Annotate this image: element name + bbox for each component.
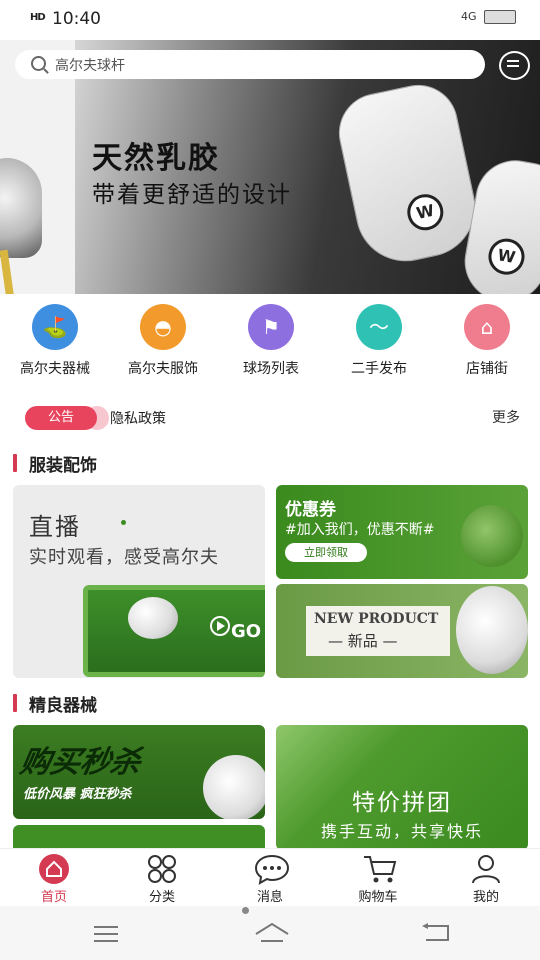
golf-club-icon: ⛳ xyxy=(32,304,78,350)
home-icon xyxy=(38,853,70,885)
flash-sale-card[interactable]: 购买秒杀 低价风暴 疯狂秒杀 xyxy=(13,725,265,819)
home-nav-icon[interactable] xyxy=(254,920,290,944)
golf-ball-image xyxy=(128,597,178,639)
tab-category[interactable]: 分类 xyxy=(108,849,216,905)
category-golf-equipment[interactable]: ⛳ 高尔夫器械 xyxy=(7,304,103,378)
new-product-subtitle: — 新品 — xyxy=(328,632,398,650)
section-title-apparel: 服装配饰 xyxy=(13,451,97,476)
coupon-card[interactable]: 优惠券 #加入我们，优惠不断# 立即领取 xyxy=(276,485,528,579)
category-label: 店铺街 xyxy=(466,361,508,377)
back-icon[interactable] xyxy=(420,922,450,944)
tab-label: 购物车 xyxy=(358,890,398,905)
battery-icon xyxy=(484,10,516,24)
tab-profile[interactable]: 我的 xyxy=(432,849,540,905)
live-dot xyxy=(121,520,126,525)
notice-text[interactable]: 隐私政策 xyxy=(110,408,166,428)
coupon-subtitle: #加入我们，优惠不断# xyxy=(285,522,435,538)
live-title: 直播 xyxy=(29,513,81,541)
golf-driver-image xyxy=(0,158,42,258)
category-second-hand[interactable]: 〜 二手发布 xyxy=(331,304,427,378)
category-golf-apparel[interactable]: ◓ 高尔夫服饰 xyxy=(115,304,211,378)
flash-sale-subtitle: 低价风暴 疯狂秒杀 xyxy=(23,787,132,802)
golf-course-icon: ⚑ xyxy=(248,304,294,350)
live-subtitle: 实时观看，感受高尔夫 xyxy=(29,547,219,568)
golf-ball-image xyxy=(203,755,265,819)
tab-label: 首页 xyxy=(40,890,67,905)
tab-messages[interactable]: 消息 xyxy=(216,849,324,905)
category-label: 二手发布 xyxy=(351,361,407,377)
cart-icon xyxy=(362,853,397,885)
bottom-tab-bar: 首页 分类 消息 购物车 我的 xyxy=(0,848,540,907)
play-icon xyxy=(210,616,230,636)
live-card[interactable]: 直播 实时观看，感受高尔夫 GO xyxy=(13,485,265,678)
page-indicator-dot xyxy=(242,907,249,914)
signal-indicator: HD xyxy=(30,12,46,23)
new-product-card[interactable]: NEW PRODUCT — 新品 — xyxy=(276,584,528,678)
claim-button[interactable]: 立即领取 xyxy=(285,543,367,562)
group-buy-title: 特价拼团 xyxy=(352,790,452,816)
category-course-list[interactable]: ⚑ 球场列表 xyxy=(223,304,319,378)
flash-sale-title: 购买秒杀 xyxy=(17,745,144,780)
search-input[interactable]: 高尔夫球杆 xyxy=(55,55,125,75)
glove-logo: W xyxy=(403,190,447,234)
banner-title: 天然乳胶 xyxy=(92,141,220,176)
message-icon[interactable] xyxy=(499,51,530,80)
tab-label: 消息 xyxy=(256,890,283,905)
more-link[interactable]: 更多 xyxy=(492,407,520,427)
menu-icon[interactable] xyxy=(92,924,120,944)
new-product-title: NEW PRODUCT xyxy=(314,611,439,627)
user-icon xyxy=(470,853,502,885)
exchange-icon: 〜 xyxy=(356,304,402,350)
glove-logo-2: W xyxy=(485,235,528,278)
search-icon xyxy=(31,56,46,71)
chat-icon xyxy=(254,853,290,885)
status-right: 4G xyxy=(461,10,516,24)
grid-icon xyxy=(146,853,178,885)
section-title-equipment: 精良器械 xyxy=(13,691,97,716)
category-row: ⛳ 高尔夫器械 ◓ 高尔夫服饰 ⚑ 球场列表 〜 二手发布 ⌂ 店铺街 xyxy=(0,300,540,390)
group-buy-card[interactable]: 特价拼团 携手互动，共享快乐 xyxy=(276,725,528,850)
tab-label: 分类 xyxy=(148,890,175,905)
notice-tag: 公告 xyxy=(25,406,109,430)
clock: 10:40 xyxy=(52,9,101,29)
system-nav-bar xyxy=(0,906,540,960)
tab-label: 我的 xyxy=(472,890,499,905)
search-bar[interactable]: 高尔夫球杆 xyxy=(15,50,485,79)
group-buy-subtitle: 携手互动，共享快乐 xyxy=(320,822,483,841)
status-bar: HD 10:40 4G xyxy=(0,0,540,40)
category-label: 高尔夫服饰 xyxy=(128,361,198,377)
go-label: GO xyxy=(231,621,262,642)
banner-subtitle: 带着更舒适的设计 xyxy=(92,182,292,208)
tab-home[interactable]: 首页 xyxy=(0,849,108,905)
network-indicator: 4G xyxy=(460,10,477,23)
category-label: 球场列表 xyxy=(243,361,299,377)
category-label: 高尔夫器械 xyxy=(20,361,90,377)
category-shop-street[interactable]: ⌂ 店铺街 xyxy=(439,304,535,378)
coupon-title: 优惠券 xyxy=(285,500,336,520)
cap-icon: ◓ xyxy=(140,304,186,350)
shop-icon: ⌂ xyxy=(464,304,510,350)
notice-bar[interactable]: 公告 隐私政策 更多 xyxy=(0,402,540,434)
golf-ball-image xyxy=(461,505,523,567)
golf-ball-image xyxy=(456,586,528,674)
tab-cart[interactable]: 购物车 xyxy=(324,849,432,905)
